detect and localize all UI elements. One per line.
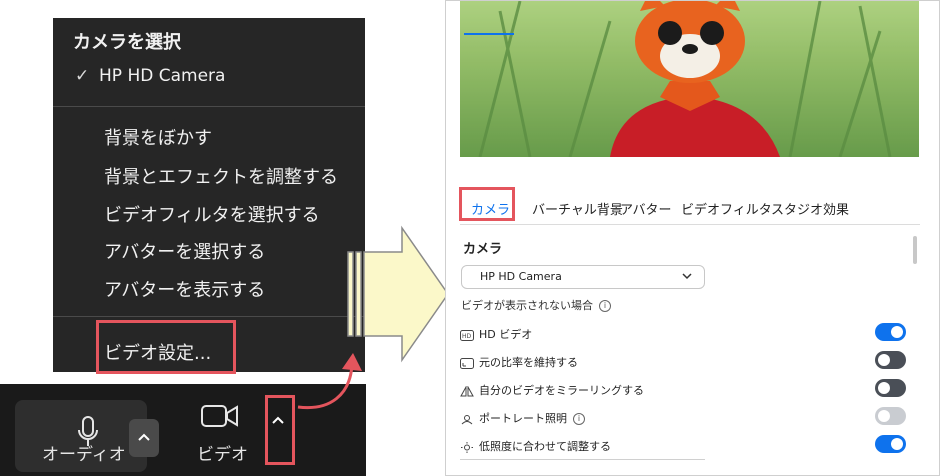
- chevron-down-icon: [682, 273, 692, 280]
- scrollbar[interactable]: [913, 236, 917, 264]
- camera-tab-highlight: [459, 187, 515, 221]
- active-tab-indicator: [464, 33, 514, 35]
- svg-text:HD: HD: [462, 333, 472, 340]
- option-label: 自分のビデオをミラーリングする: [479, 384, 644, 397]
- audio-options-caret-button[interactable]: [129, 419, 159, 457]
- tab-virtual-background[interactable]: バーチャル背景: [532, 199, 623, 218]
- portrait-lighting-toggle[interactable]: [875, 407, 906, 425]
- camera-menu: カメラを選択 ✓ HP HD Camera 背景をぼかす 背景とエフェクトを調整す…: [53, 18, 365, 372]
- tab-video-filter[interactable]: ビデオフィルタ: [681, 199, 772, 218]
- option-label: HD ビデオ: [479, 328, 533, 341]
- no-video-help[interactable]: ビデオが表示されない場合 i: [461, 297, 611, 313]
- menu-divider: [53, 316, 365, 317]
- avatar-preview-image: [460, 1, 919, 157]
- option-low-light: 低照度に合わせて調整する: [460, 438, 611, 454]
- chevron-up-icon: [138, 433, 150, 441]
- video-camera-icon[interactable]: [200, 403, 240, 429]
- aspect-ratio-icon: [460, 357, 474, 369]
- video-label: ビデオ: [197, 445, 248, 465]
- menu-item-show-avatar[interactable]: アバターを表示する: [104, 276, 265, 302]
- camera-select[interactable]: HP HD Camera: [461, 265, 705, 289]
- menu-item-blur-background[interactable]: 背景をぼかす: [104, 124, 212, 150]
- option-label: 元の比率を維持する: [479, 356, 578, 369]
- dropdown-edge: [460, 459, 705, 460]
- camera-select-value: HP HD Camera: [480, 270, 562, 283]
- hd-video-toggle[interactable]: [875, 323, 906, 341]
- menu-item-select-video-filter[interactable]: ビデオフィルタを選択する: [104, 201, 320, 227]
- option-label: 低照度に合わせて調整する: [479, 440, 611, 453]
- tab-studio-effects[interactable]: スタジオ効果: [771, 199, 849, 218]
- option-hd-video: HD HD ビデオ: [460, 326, 532, 342]
- mirror-icon: [460, 385, 474, 396]
- low-light-toggle[interactable]: [875, 435, 906, 453]
- portrait-light-icon: [461, 414, 473, 424]
- tab-avatar[interactable]: アバター: [620, 199, 671, 218]
- check-icon: ✓: [75, 66, 90, 86]
- camera-option-label: HP HD Camera: [99, 66, 226, 86]
- camera-option-hp-hd[interactable]: ✓ HP HD Camera: [75, 66, 225, 86]
- option-mirror-video: 自分のビデオをミラーリングする: [460, 382, 644, 398]
- info-icon[interactable]: i: [599, 300, 611, 312]
- hd-icon: HD: [460, 329, 474, 341]
- original-ratio-toggle[interactable]: [875, 351, 906, 369]
- camera-preview: [460, 1, 919, 157]
- info-icon[interactable]: i: [573, 413, 585, 425]
- option-portrait-lighting: ポートレート照明 i: [460, 410, 585, 426]
- big-right-arrow-icon: [347, 225, 449, 363]
- audio-label: オーディオ: [42, 445, 126, 465]
- mirror-video-toggle[interactable]: [875, 379, 906, 397]
- menu-item-adjust-background-effects[interactable]: 背景とエフェクトを調整する: [104, 163, 338, 189]
- menu-title: カメラを選択: [73, 32, 181, 53]
- camera-section-title: カメラ: [463, 242, 503, 257]
- curved-arrow-icon: [297, 353, 362, 410]
- settings-tabs: カメラ バーチャル背景 アバター ビデオフィルタ スタジオ効果: [446, 189, 940, 223]
- video-settings-panel: カメラ バーチャル背景 アバター ビデオフィルタ スタジオ効果 カメラ HP H…: [445, 0, 940, 476]
- option-label: ポートレート照明: [479, 412, 567, 425]
- no-video-help-label: ビデオが表示されない場合: [461, 299, 593, 312]
- tabs-divider: [460, 224, 920, 225]
- option-original-ratio: 元の比率を維持する: [460, 354, 578, 370]
- video-settings-highlight: [96, 320, 236, 374]
- brightness-icon: [461, 441, 473, 453]
- menu-divider: [53, 106, 365, 107]
- menu-item-select-avatar[interactable]: アバターを選択する: [104, 238, 265, 264]
